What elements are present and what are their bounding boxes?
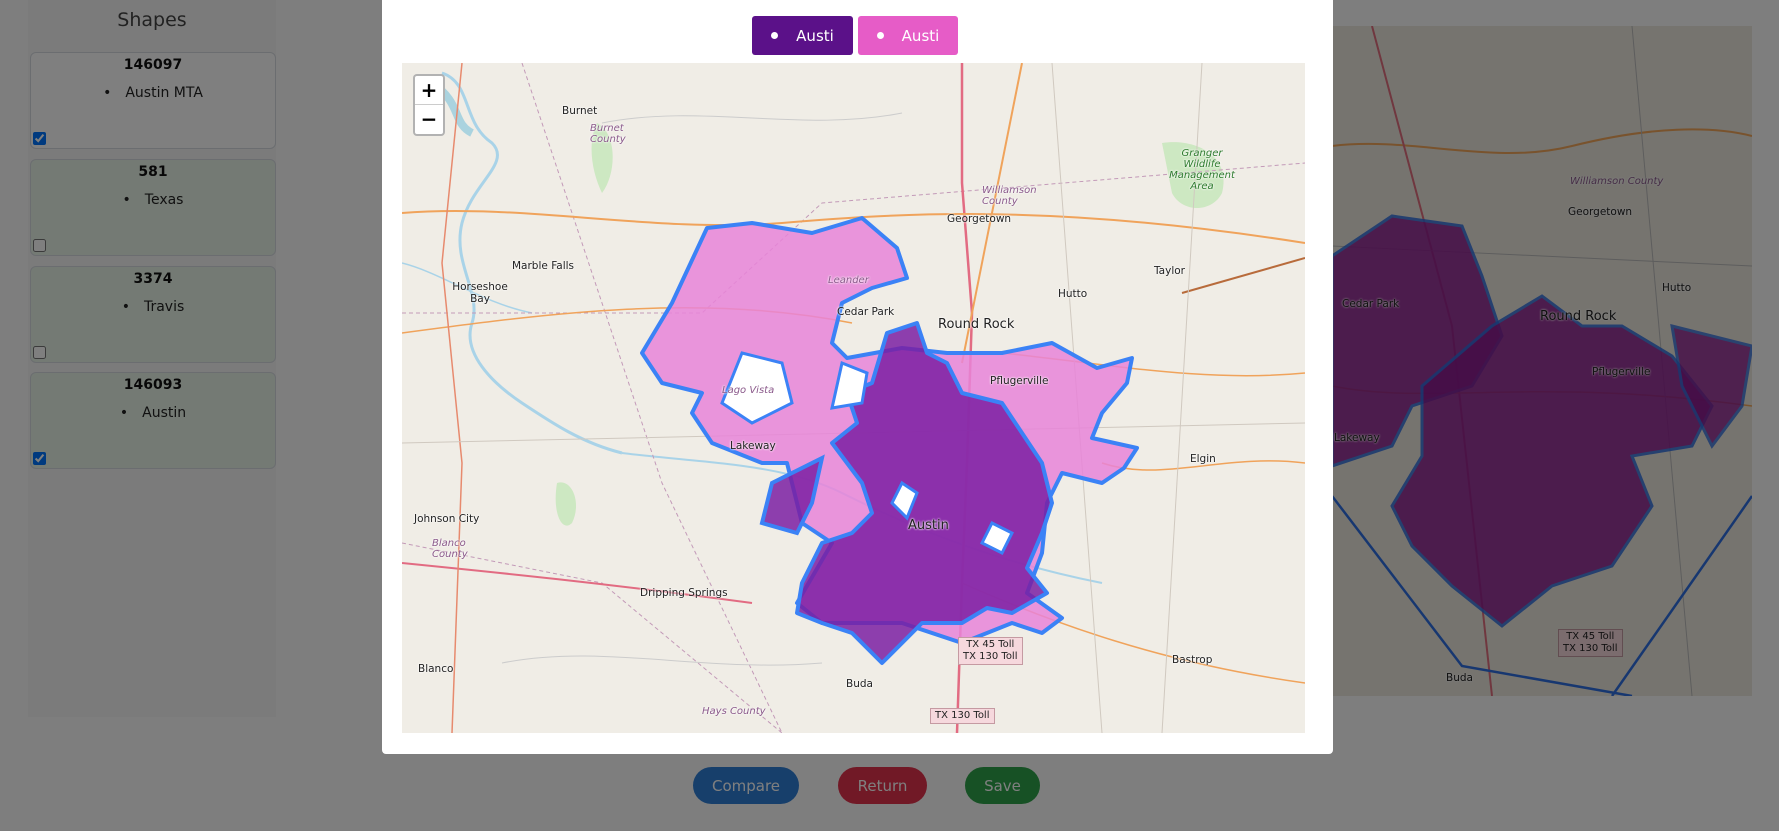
highway-shield: TX 45 Toll TX 130 Toll xyxy=(958,637,1023,665)
map-label: Buda xyxy=(846,678,873,690)
map-label: Austin xyxy=(908,518,949,533)
map-label: Hutto xyxy=(1058,288,1088,300)
map-label: Horseshoe Bay xyxy=(452,281,508,305)
legend-toggle-austin-city[interactable]: Austi xyxy=(752,16,853,55)
shield-text: TX 130 Toll xyxy=(963,651,1018,662)
map-label: Blanco xyxy=(418,663,454,675)
map-label: Burnet xyxy=(562,105,598,117)
legend-dot-icon xyxy=(771,32,779,39)
compare-modal: Austi Austi + − Burnet Burnet County Wil… xyxy=(382,0,1333,754)
map-label: Bastrop xyxy=(1172,654,1213,666)
comparison-map[interactable]: + − Burnet Burnet County Williamson Coun… xyxy=(402,63,1305,733)
map-label: Dripping Springs xyxy=(640,587,728,599)
map-label: Round Rock xyxy=(938,317,1015,332)
shield-text: TX 45 Toll xyxy=(966,639,1015,650)
map-label: Blanco County xyxy=(432,538,468,560)
legend-dot-icon xyxy=(876,32,884,39)
map-label: Elgin xyxy=(1190,453,1216,465)
map-label: Williamson County xyxy=(982,185,1037,207)
legend-label: Austi xyxy=(901,26,940,45)
map-label: Johnson City xyxy=(414,513,480,525)
map-label: Cedar Park xyxy=(837,306,895,318)
zoom-in-button[interactable]: + xyxy=(415,76,443,105)
map-label: Marble Falls xyxy=(512,260,575,272)
zoom-out-button[interactable]: − xyxy=(415,105,443,134)
legend-toggle-austin-mta[interactable]: Austi xyxy=(858,16,958,55)
highway-shield: TX 130 Toll xyxy=(930,708,995,724)
map-label: Lago Vista xyxy=(722,385,775,396)
map-label: Taylor xyxy=(1154,265,1185,277)
zoom-control: + − xyxy=(413,74,445,136)
legend-label: Austi xyxy=(796,26,834,45)
map-label: Lakeway xyxy=(730,440,776,452)
map-label: Burnet County xyxy=(590,123,626,145)
map-label: Pflugerville xyxy=(990,375,1049,387)
map-label: Granger Wildlife Management Area xyxy=(1169,148,1235,192)
map-label: Leander xyxy=(828,275,869,286)
map-label: Georgetown xyxy=(947,213,1012,225)
map-label: Hays County xyxy=(702,706,766,717)
